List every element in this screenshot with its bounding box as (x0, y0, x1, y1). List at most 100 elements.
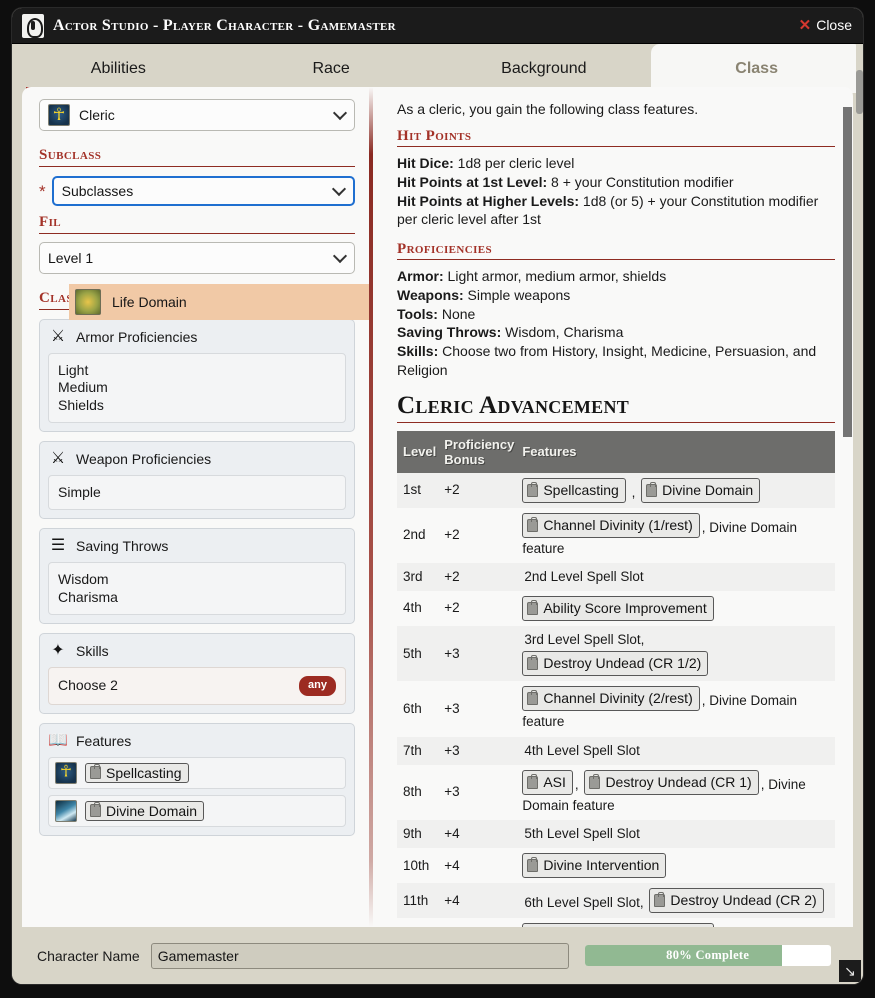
cell-level: 7th (403, 742, 422, 758)
feature-chip-label: Destroy Undead (CR 2) (670, 892, 817, 909)
card-body[interactable]: Choose 2 any (48, 667, 346, 705)
window-scrollbar-thumb[interactable] (856, 70, 863, 114)
window-title: Actor Studio - Player Character - Gamema… (53, 16, 396, 34)
feature-chip[interactable]: Channel Divinity (2/rest) (522, 686, 700, 712)
card-title-label: Skills (76, 643, 109, 660)
hit-points-heading: Hit Points (397, 128, 835, 147)
chevron-down-icon (332, 105, 348, 121)
resize-grip-icon[interactable]: ↘ (839, 960, 861, 982)
feature-chip[interactable]: Spellcasting (522, 477, 626, 503)
level-select[interactable]: Level 1 (39, 242, 355, 274)
cell-features: Channel Divinity (1/rest), Divine Domain… (518, 508, 835, 563)
class-tab-content: Cleric Subclass * Subclasses Fil Level 1… (22, 87, 853, 927)
card-features: 📖 Features Spellcasting Divine Domain (39, 722, 355, 836)
feature-chip[interactable]: ASI (522, 769, 573, 795)
tab-race[interactable]: Race (226, 44, 437, 93)
feature-chip[interactable]: Divine Domain (85, 800, 205, 821)
cell-features: 2nd Level Spell Slot (518, 563, 835, 591)
card-title: ☰ Saving Throws (48, 536, 346, 556)
chevron-down-icon (332, 248, 348, 264)
list-item: Medium (58, 379, 108, 396)
table-row: 5th +3 3rd Level Spell Slot, Destroy Undea… (397, 626, 835, 682)
subclass-select[interactable]: Subclasses (51, 176, 355, 206)
subclass-heading: Subclass (39, 147, 355, 167)
table-body: 1st +2 Spellcasting , Divine Domain 2nd +2 Ch… (397, 472, 835, 927)
feature-chip[interactable]: Destroy Undead (CR 1/2) (522, 651, 709, 677)
tombstone-icon (22, 13, 44, 38)
row-label: Hit Dice: (397, 155, 454, 171)
cell-proficiency-bonus: +3 (444, 784, 460, 800)
feature-chip-label: Divine Domain (106, 802, 198, 819)
feature-chip[interactable]: Destroy Undead (CR 2) (649, 888, 824, 914)
bag-icon (646, 481, 658, 497)
row-label: Hit Points at Higher Levels: (397, 192, 580, 209)
class-intro-text: As a cleric, you gain the following clas… (397, 101, 699, 117)
card-body: Light Medium Shields (48, 353, 346, 424)
tab-label: Background (501, 59, 587, 77)
close-button[interactable]: ✕ Close (799, 17, 852, 33)
divine-domain-icon (55, 799, 77, 822)
feature-chip[interactable]: Spellcasting (85, 762, 189, 783)
feature-divine-domain[interactable]: Divine Domain (48, 794, 346, 827)
row-value: 8 + your Constitution modifier (547, 173, 734, 190)
feature-spellcasting[interactable]: Spellcasting (48, 756, 346, 789)
close-button-label: Close (816, 17, 852, 33)
col-level: Level (397, 430, 441, 473)
book-icon: 📖 (48, 731, 68, 749)
character-name-input[interactable] (150, 942, 569, 969)
proficiencies-heading: Proficiencies (397, 241, 835, 260)
cleric-ankh-icon (55, 761, 77, 784)
bag-icon (527, 516, 539, 532)
feature-chip[interactable]: Destroy Undead (CR 1) (584, 769, 759, 795)
armor-row: Armor: Light armor, medium armor, shield… (397, 267, 835, 286)
cell-features: 5th Level Spell Slot (518, 820, 835, 848)
card-title: ✦ Skills (48, 641, 346, 661)
tab-abilities[interactable]: Abilities (13, 44, 224, 93)
row-label: Weapons: (397, 286, 464, 303)
character-name-label: Character Name (37, 947, 140, 964)
table-row: 9th +4 5th Level Spell Slot (397, 820, 835, 849)
row-label: Saving Throws: (397, 324, 502, 341)
cell-proficiency-bonus: +4 (444, 826, 460, 841)
window-scrollbar[interactable] (856, 44, 863, 927)
table-row: 7th +3 4th Level Spell Slot (397, 736, 835, 765)
feature-chip[interactable]: Divine Domain (641, 477, 761, 503)
feature-chip-label: Channel Divinity (1/rest) (543, 516, 693, 533)
cell-level: 3rd (403, 568, 423, 584)
bag-icon (589, 773, 601, 789)
table-row: 1st +2 Spellcasting , Divine Domain (397, 472, 835, 508)
cell-features: Ability Score Improvement (518, 591, 835, 626)
class-select[interactable]: Cleric (39, 99, 355, 131)
table-row: 11th +4 6th Level Spell Slot, Destroy Unde… (397, 883, 835, 919)
card-body: Wisdom Charisma (48, 562, 346, 616)
content-scrollbar[interactable] (843, 87, 852, 927)
cell-proficiency-bonus: +4 (444, 857, 460, 873)
bag-icon (527, 857, 539, 873)
table-row: 2nd +2 Channel Divinity (1/rest), Divine D… (397, 507, 835, 563)
helmet-icon: ⚔ (50, 328, 66, 345)
cell-proficiency-bonus: +2 (444, 568, 460, 584)
skills-row: Skills: Choose two from History, Insight… (397, 342, 835, 380)
subclass-dropdown-option-life-domain[interactable]: Life Domain (69, 284, 369, 320)
title-bar: Actor Studio - Player Character - Gamema… (12, 8, 863, 44)
feature-chip-label: Channel Divinity (2/rest) (543, 690, 693, 707)
subclass-option-label: Life Domain (112, 294, 187, 310)
cell-proficiency-bonus: +3 (444, 645, 460, 661)
feature-text: 3rd Level Spell Slot, (524, 632, 645, 647)
tab-background[interactable]: Background (439, 44, 650, 93)
cell-proficiency-bonus: +2 (444, 527, 460, 542)
feature-chip[interactable]: Divine Intervention (522, 853, 667, 879)
class-select-value: Cleric (79, 107, 115, 123)
cell-features: 6th Level Spell Slot, Destroy Undead (CR… (518, 883, 835, 918)
feature-chip-label: Spellcasting (543, 481, 619, 498)
tab-class[interactable]: Class (651, 44, 862, 93)
feature-chip[interactable]: Ability Score Improvement (522, 596, 714, 621)
bag-icon (527, 481, 539, 497)
class-config-panel: Cleric Subclass * Subclasses Fil Level 1… (22, 87, 369, 927)
cell-features: Divine Intervention (518, 848, 835, 883)
cell-level: 6th (403, 700, 422, 716)
row-value: 1d8 per cleric level (453, 155, 575, 171)
scrollbar-thumb[interactable] (843, 107, 852, 437)
feature-chip[interactable]: Channel Divinity (1/rest) (522, 512, 700, 538)
tab-label: Race (312, 59, 350, 77)
